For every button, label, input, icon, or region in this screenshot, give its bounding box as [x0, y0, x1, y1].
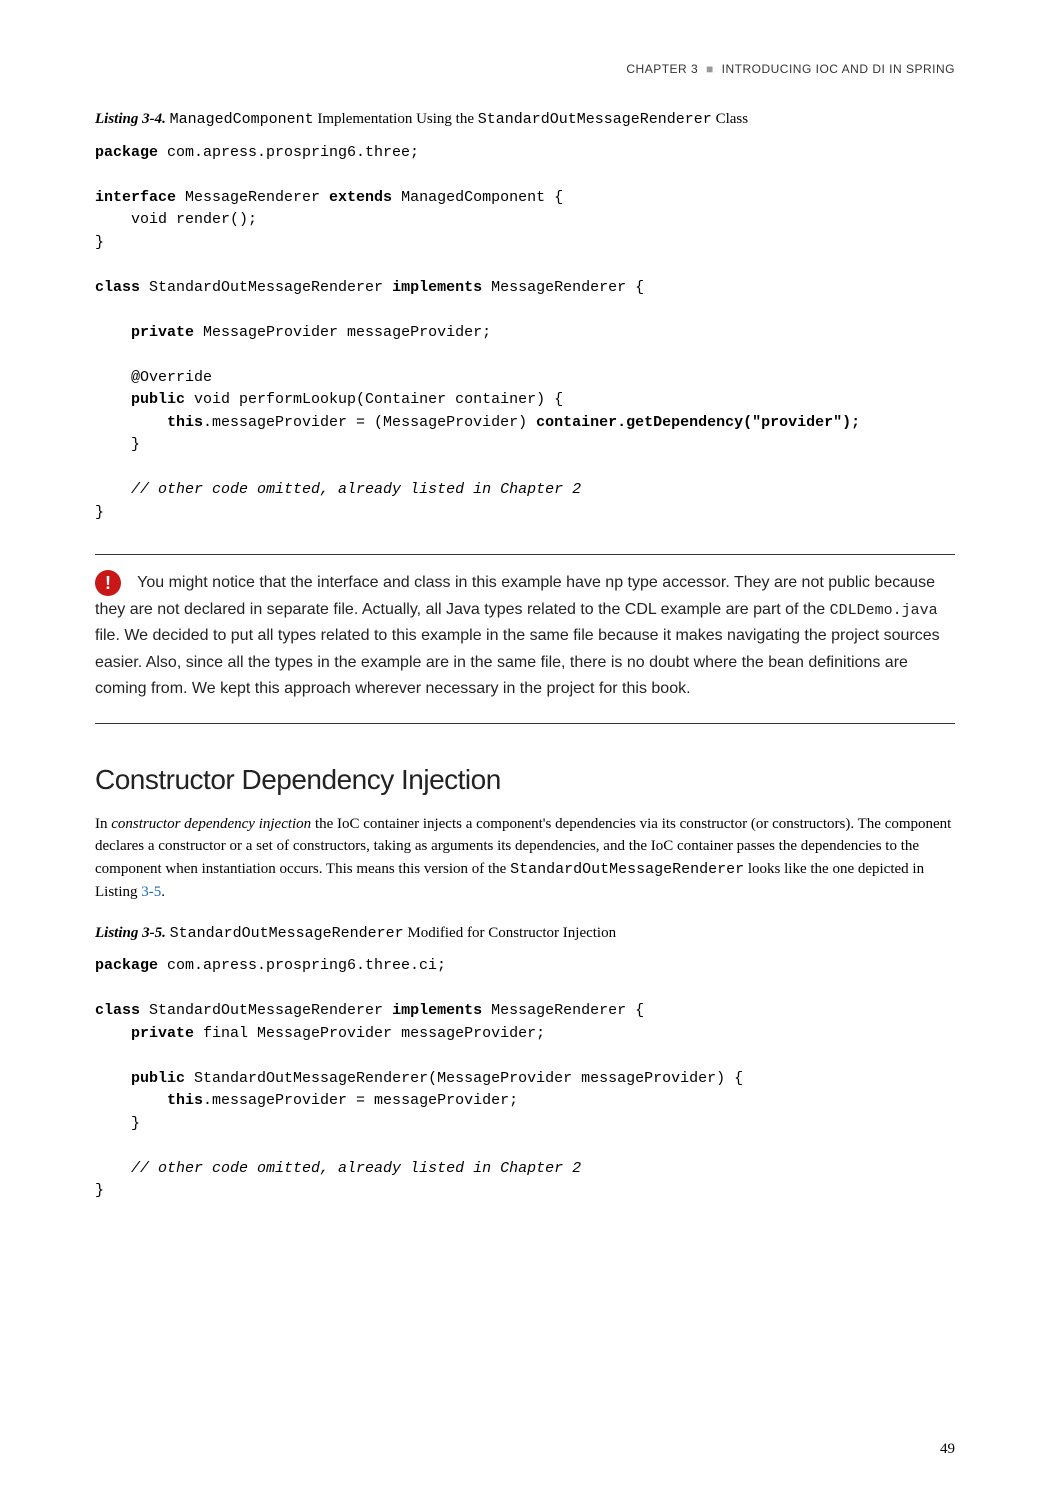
note-text-1: You might notice that the interface and … — [95, 574, 935, 617]
page-header: CHAPTER 3 ■ INTRODUCING IOC AND DI IN SP… — [95, 60, 955, 78]
para-text: . — [161, 884, 165, 900]
listing-middle: Implementation Using the — [314, 111, 478, 127]
para-italic: constructor dependency injection — [111, 816, 311, 832]
chapter-label: CHAPTER 3 — [626, 62, 698, 76]
listing-prefix: Listing 3-4. — [95, 111, 166, 127]
section-title: Constructor Dependency Injection — [95, 759, 955, 801]
code-listing-3-5: package com.apress.prospring6.three.ci; … — [95, 955, 955, 1203]
chapter-title: INTRODUCING IOC AND DI IN SPRING — [722, 62, 955, 76]
note-code-ref: CDLDemo.java — [830, 602, 938, 619]
divider — [95, 554, 955, 555]
listing-suffix: Modified for Constructor Injection — [404, 925, 616, 941]
warning-icon: ! — [95, 570, 121, 596]
code-listing-3-4: package com.apress.prospring6.three; int… — [95, 142, 955, 525]
divider — [95, 723, 955, 724]
page-number: 49 — [940, 1438, 955, 1461]
listing-3-4-title: Listing 3-4. ManagedComponent Implementa… — [95, 108, 955, 132]
listing-prefix: Listing 3-5. — [95, 925, 166, 941]
para-code: StandardOutMessageRenderer — [510, 861, 744, 878]
listing-suffix: Class — [712, 111, 748, 127]
listing-3-5-title: Listing 3-5. StandardOutMessageRenderer … — [95, 922, 955, 946]
warning-note: ! You might notice that the interface an… — [95, 570, 955, 703]
listing-link[interactable]: 3-5 — [141, 884, 161, 900]
para-text: In — [95, 816, 111, 832]
listing-code-ref: StandardOutMessageRenderer — [170, 925, 404, 942]
note-text-2: file. We decided to put all types relate… — [95, 627, 940, 697]
separator-icon: ■ — [702, 62, 717, 76]
paragraph: In constructor dependency injection the … — [95, 813, 955, 904]
listing-code-ref: ManagedComponent — [170, 111, 314, 128]
listing-code-ref-2: StandardOutMessageRenderer — [478, 111, 712, 128]
